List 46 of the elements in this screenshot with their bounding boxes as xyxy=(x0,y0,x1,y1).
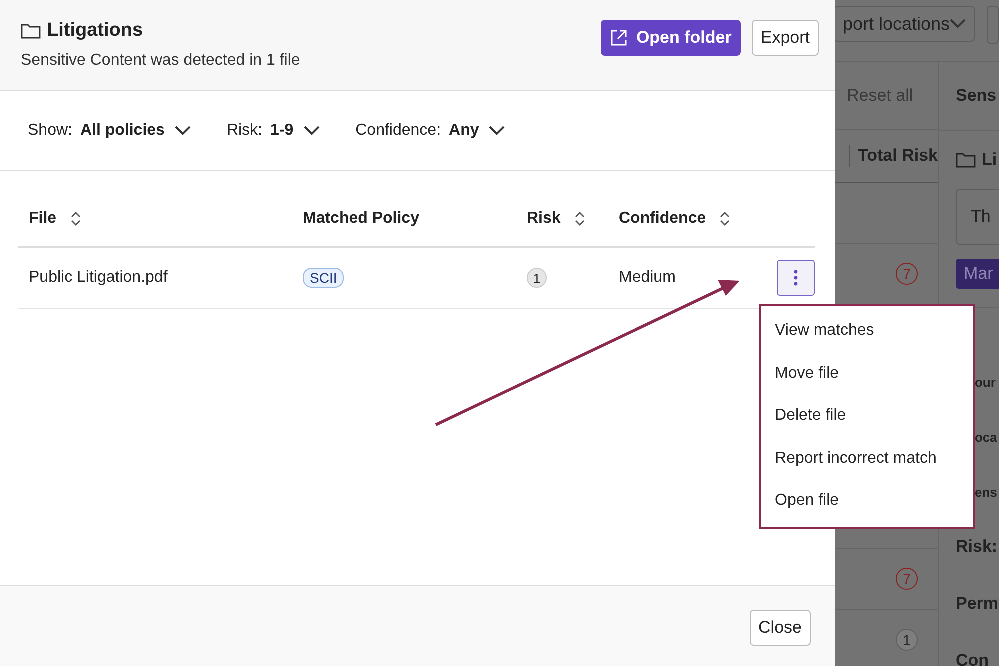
panel-button[interactable]: Mar xyxy=(956,259,999,289)
filter-dropdown[interactable]: Risk: 1-9 xyxy=(226,122,320,140)
column-header[interactable]: Risk xyxy=(527,210,585,228)
menu-item[interactable]: Report incorrect match xyxy=(761,438,973,480)
close-button[interactable]: Close xyxy=(750,610,811,646)
column-header: Total Risk xyxy=(858,146,938,166)
more-button[interactable] xyxy=(777,260,815,296)
menu-item[interactable]: Open file xyxy=(761,480,973,522)
export-button[interactable]: Export xyxy=(752,20,819,56)
column-header: Matched Policy xyxy=(303,210,420,228)
sort-icon[interactable] xyxy=(574,210,585,226)
table-cell: Public Litigation.pdf xyxy=(29,269,168,287)
folder-icon xyxy=(21,23,41,39)
detail-label: Risk: xyxy=(956,537,998,557)
risk-badge: 7 xyxy=(896,263,918,285)
risk-badge: 1 xyxy=(527,268,547,288)
folder-label: Li xyxy=(982,150,998,170)
dialog-subtitle: Sensitive Content was detected in 1 file xyxy=(21,52,300,70)
menu-item[interactable]: Delete file xyxy=(761,395,973,438)
open-folder-button[interactable]: Open folder xyxy=(601,20,741,56)
external-link-icon xyxy=(610,29,628,47)
column-header[interactable]: Confidence xyxy=(619,210,730,228)
detail-label: ens xyxy=(974,485,998,500)
menu-item[interactable]: Move file xyxy=(761,352,973,395)
policy-tag: SCII xyxy=(303,268,344,288)
table-cell: Medium xyxy=(619,269,676,287)
filter-dropdown[interactable]: Confidence: Any xyxy=(356,122,506,140)
chevron-down-icon xyxy=(950,19,966,29)
risk-badge: 7 xyxy=(896,568,918,590)
kebab-icon xyxy=(794,270,798,286)
column-header[interactable]: File xyxy=(29,210,81,228)
chevron-down-icon xyxy=(304,126,320,136)
detail-label: oca xyxy=(974,430,998,445)
detail-label: our xyxy=(974,375,996,390)
folder-icon xyxy=(956,152,976,168)
menu-item[interactable]: View matches xyxy=(761,310,973,352)
detail-label: Perm xyxy=(956,594,999,614)
panel-heading: Sens xyxy=(956,86,997,106)
dialog-title: Litigations xyxy=(47,20,144,42)
sort-icon[interactable] xyxy=(70,210,81,226)
chevron-down-icon xyxy=(489,126,506,136)
filter-dropdown[interactable]: Show: All policies xyxy=(28,122,191,140)
chevron-down-icon xyxy=(174,126,191,136)
detail-label: Con xyxy=(956,651,990,666)
sort-icon[interactable] xyxy=(720,210,730,226)
risk-badge: 1 xyxy=(896,629,918,651)
